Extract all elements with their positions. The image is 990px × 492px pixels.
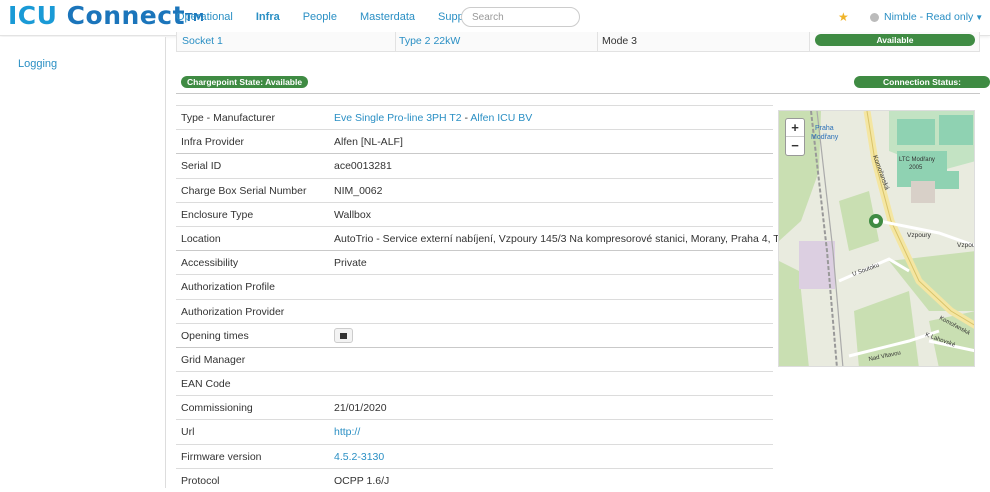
map-label-ltc: LTC Modřany bbox=[899, 157, 935, 163]
star-icon[interactable]: ★ bbox=[838, 10, 849, 24]
detail-value: Wallbox bbox=[334, 208, 371, 221]
search-input[interactable] bbox=[461, 7, 580, 27]
logo-text-connect: Connect bbox=[66, 1, 186, 30]
detail-row-url: Url http:// bbox=[176, 419, 773, 443]
detail-label: Enclosure Type bbox=[181, 208, 254, 221]
connection-status-badge: Connection Status: Connected bbox=[854, 76, 990, 99]
detail-row-type: Type - Manufacturer Eve Single Pro-line … bbox=[176, 105, 773, 129]
nav-people[interactable]: People bbox=[303, 11, 337, 23]
map-tiles: Praha Modřany LTC Modřany 2005 Komořansk… bbox=[779, 111, 975, 366]
firmware-link[interactable]: 4.5.2-3130 bbox=[334, 451, 384, 463]
map-zoom-control: + − bbox=[785, 118, 805, 156]
nav-operational[interactable]: Operational bbox=[176, 11, 233, 23]
map-label-modrany: Modřany bbox=[811, 134, 839, 141]
detail-label: Authorization Profile bbox=[181, 281, 275, 294]
detail-label: Opening times bbox=[181, 329, 249, 342]
detail-value: Eve Single Pro-line 3PH T2 - Alfen ICU B… bbox=[334, 112, 532, 124]
main-nav: Operational Infra People Masterdata Supp… bbox=[176, 0, 500, 34]
detail-value: ace0013281 bbox=[334, 160, 392, 173]
map-label-vzpoury-2: Vzpoury bbox=[957, 242, 975, 249]
detail-value: Alfen [NL-ALF] bbox=[334, 136, 403, 149]
chevron-down-icon: ▼ bbox=[975, 12, 984, 22]
sidebar-item-logging[interactable]: Logging bbox=[18, 58, 57, 70]
detail-label: Url bbox=[181, 426, 195, 439]
detail-row-protocol: Protocol OCPP 1.6/J bbox=[176, 467, 773, 492]
detail-value: AutoTrio - Service externí nabíjení, Vzp… bbox=[334, 232, 812, 245]
map-label-vzpoury: Vzpoury bbox=[907, 232, 932, 239]
detail-row-accessibility: Accessibility Private bbox=[176, 250, 773, 274]
detail-label: Authorization Provider bbox=[181, 305, 285, 318]
detail-row-commissioning: Commissioning 21/01/2020 bbox=[176, 395, 773, 419]
user-name: Nimble - Read only bbox=[884, 11, 974, 23]
detail-value: 21/01/2020 bbox=[334, 402, 387, 415]
manufacturer-link[interactable]: Alfen ICU BV bbox=[470, 112, 532, 124]
globe-icon bbox=[870, 12, 879, 22]
user-menu[interactable]: Nimble - Read only ▼ bbox=[870, 11, 983, 23]
detail-label: Charge Box Serial Number bbox=[181, 184, 307, 197]
detail-row-infra-provider: Infra Provider Alfen [NL-ALF] bbox=[176, 129, 773, 153]
detail-row-charge-box-serial: Charge Box Serial Number NIM_0062 bbox=[176, 177, 773, 202]
detail-label: Location bbox=[181, 232, 221, 245]
detail-label: Grid Manager bbox=[181, 353, 246, 366]
app-logo[interactable]: ICU ConnectTM bbox=[8, 1, 204, 31]
detail-row-serial-id: Serial ID ace0013281 bbox=[176, 153, 773, 177]
calendar-icon[interactable] bbox=[334, 327, 353, 343]
detail-row-enclosure-type: Enclosure Type Wallbox bbox=[176, 201, 773, 226]
chargepoint-state-badge: Chargepoint State: Available bbox=[181, 76, 309, 88]
sidebar: Logging bbox=[0, 37, 166, 488]
detail-row-authorization-profile: Authorization Profile bbox=[176, 274, 773, 298]
socket-status-badge: Available bbox=[815, 34, 975, 46]
type-link[interactable]: Eve Single Pro-line 3PH T2 bbox=[334, 112, 462, 124]
detail-value: NIM_0062 bbox=[334, 184, 383, 197]
detail-value: OCPP 1.6/J bbox=[334, 474, 390, 487]
socket-type-link[interactable]: Type 2 22kW bbox=[399, 35, 460, 47]
chargepoint-details-table: Type - Manufacturer Eve Single Pro-line … bbox=[176, 105, 811, 492]
detail-label: Infra Provider bbox=[181, 136, 245, 149]
nav-masterdata[interactable]: Masterdata bbox=[360, 11, 415, 23]
detail-value: Private bbox=[334, 257, 367, 270]
section-divider bbox=[176, 93, 980, 94]
detail-row-location: Location AutoTrio - Service externí nabí… bbox=[176, 225, 811, 250]
map-label-ltc-year: 2005 bbox=[909, 165, 923, 171]
detail-label: Commissioning bbox=[181, 402, 253, 415]
top-navbar: ICU ConnectTM Operational Infra People M… bbox=[0, 0, 990, 36]
detail-label: Type - Manufacturer bbox=[181, 112, 275, 124]
detail-label: Protocol bbox=[181, 474, 220, 487]
detail-label: Firmware version bbox=[181, 450, 262, 463]
detail-row-ean-code: EAN Code bbox=[176, 371, 773, 395]
detail-label: EAN Code bbox=[181, 378, 231, 391]
detail-label: Serial ID bbox=[181, 160, 222, 173]
detail-row-opening-times: Opening times bbox=[176, 322, 773, 347]
detail-row-authorization-provider: Authorization Provider bbox=[176, 298, 773, 323]
nav-infra[interactable]: Infra bbox=[256, 11, 280, 23]
zoom-in-button[interactable]: + bbox=[786, 119, 804, 137]
url-link[interactable]: http:// bbox=[334, 426, 360, 438]
map-label-praha: Praha bbox=[815, 125, 834, 132]
location-map[interactable]: Praha Modřany LTC Modřany 2005 Komořansk… bbox=[778, 110, 975, 367]
socket-name-link[interactable]: Socket 1 bbox=[182, 35, 223, 47]
detail-row-grid-manager: Grid Manager bbox=[176, 346, 773, 371]
logo-text-icu: ICU bbox=[8, 1, 58, 30]
detail-label: Accessibility bbox=[181, 257, 239, 270]
socket-mode: Mode 3 bbox=[602, 35, 638, 47]
zoom-out-button[interactable]: − bbox=[786, 137, 804, 155]
detail-row-firmware-version: Firmware version 4.5.2-3130 bbox=[176, 443, 773, 468]
socket-table-row: Socket 1 Type 2 22kW Mode 3 Available bbox=[176, 32, 980, 52]
